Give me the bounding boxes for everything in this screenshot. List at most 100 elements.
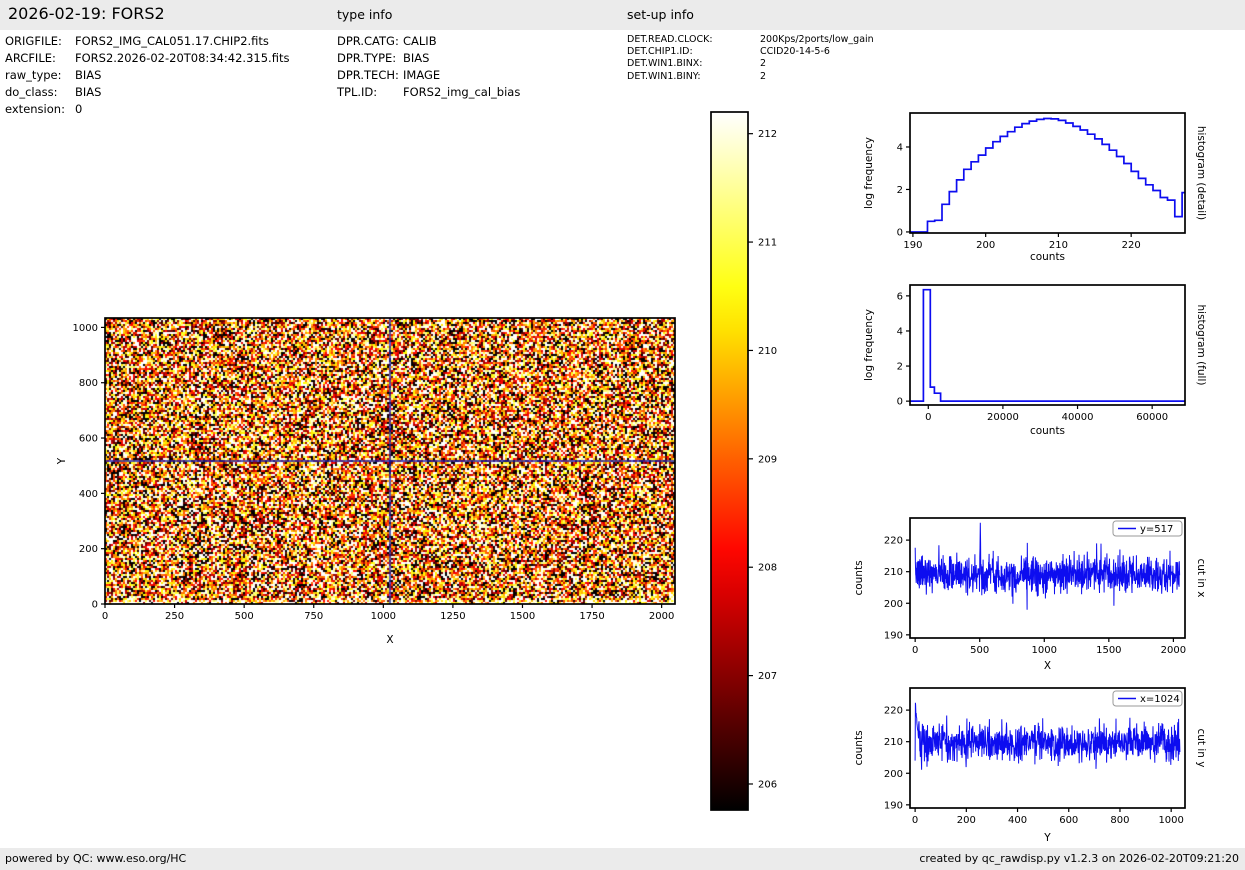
- svg-text:Y: Y: [1043, 832, 1051, 844]
- info-row: DET.WIN1.BINX: 2: [627, 58, 874, 70]
- info-label: DPR.CATG:: [337, 34, 399, 48]
- info-value: BIAS: [75, 68, 102, 82]
- info-label: DET.WIN1.BINX:: [627, 58, 703, 70]
- svg-text:histogram (detail): histogram (detail): [1195, 126, 1207, 220]
- info-row: DET.READ.CLOCK: 200Kps/2ports/low_gain: [627, 34, 874, 46]
- svg-text:750: 750: [304, 611, 323, 622]
- svg-text:200: 200: [79, 544, 98, 555]
- info-label: do_class:: [5, 85, 58, 99]
- svg-text:200: 200: [957, 815, 976, 826]
- info-row: extension: 0: [5, 101, 289, 118]
- svg-text:600: 600: [1059, 815, 1078, 826]
- setup-info-heading: set-up info: [627, 7, 694, 22]
- info-value: BIAS: [403, 51, 430, 65]
- info-value: 2: [760, 70, 767, 82]
- info-value: BIAS: [75, 85, 102, 99]
- svg-text:cut in y: cut in y: [1195, 728, 1207, 767]
- svg-text:counts: counts: [853, 730, 865, 765]
- info-label: TPL.ID:: [337, 85, 378, 99]
- info-row: DPR.CATG: CALIB: [337, 33, 520, 50]
- svg-text:208: 208: [758, 563, 777, 574]
- svg-text:1000: 1000: [371, 611, 396, 622]
- svg-text:1000: 1000: [1032, 645, 1057, 656]
- svg-text:y=517: y=517: [1140, 524, 1173, 535]
- info-row: DET.WIN1.BINY: 2: [627, 71, 874, 83]
- header-bar: 2026-02-19: FORS2 type info set-up info: [0, 0, 1245, 30]
- svg-text:x=1024: x=1024: [1140, 694, 1180, 705]
- svg-text:500: 500: [970, 645, 989, 656]
- svg-text:207: 207: [758, 671, 777, 682]
- svg-text:210: 210: [884, 567, 903, 578]
- svg-text:Y: Y: [56, 457, 68, 465]
- svg-text:0: 0: [897, 227, 903, 238]
- svg-text:log frequency: log frequency: [863, 137, 875, 209]
- type-info-heading: type info: [337, 7, 393, 22]
- svg-text:200: 200: [884, 769, 903, 780]
- svg-text:counts: counts: [853, 560, 865, 595]
- page-title: 2026-02-19: FORS2: [8, 4, 165, 23]
- info-label: DET.READ.CLOCK:: [627, 34, 713, 45]
- svg-text:190: 190: [884, 800, 903, 811]
- footer-left-text: powered by QC: www.eso.org/HC: [5, 852, 187, 865]
- raw-image-axes: 0 250 500 750 1000 1250 1500 1750 2000 0 200 400 600…: [56, 317, 676, 646]
- footer-bar: powered by QC: www.eso.org/HC created by…: [0, 848, 1245, 870]
- svg-text:1500: 1500: [1096, 645, 1121, 656]
- info-row: DET.CHIP1.ID: CCID20-14-5-6: [627, 46, 874, 58]
- svg-text:20000: 20000: [987, 412, 1019, 423]
- info-label: DET.WIN1.BINY:: [627, 70, 701, 82]
- svg-text:1500: 1500: [510, 611, 535, 622]
- svg-text:250: 250: [165, 611, 184, 622]
- svg-text:40000: 40000: [1062, 412, 1094, 423]
- file-info-list: ORIGFILE: FORS2_IMG_CAL051.17.CHIP2.fits A…: [5, 33, 289, 118]
- svg-text:counts: counts: [1030, 251, 1065, 263]
- svg-text:0: 0: [925, 412, 931, 423]
- info-value: 2: [760, 58, 767, 70]
- svg-text:1250: 1250: [440, 611, 465, 622]
- svg-text:210: 210: [758, 346, 777, 357]
- svg-text:212: 212: [758, 129, 777, 140]
- histogram-detail-plot: 190 200 210 220 0 2 4 counts log frequency histog…: [863, 112, 1207, 263]
- svg-text:1750: 1750: [579, 611, 604, 622]
- histogram-full-plot: 0 20000 40000 60000 0 2 4 6 counts log frequency h…: [863, 284, 1207, 437]
- type-info-list: DPR.CATG: CALIB DPR.TYPE: BIAS DPR.TECH: IMAG…: [337, 33, 520, 101]
- svg-text:200: 200: [884, 599, 903, 610]
- info-row: DPR.TYPE: BIAS: [337, 50, 520, 67]
- svg-text:X: X: [386, 634, 393, 646]
- svg-text:190: 190: [903, 240, 922, 251]
- svg-text:220: 220: [1122, 240, 1141, 251]
- cut-in-y-plot: 0 200 400 600 800 1000 190 200 210 220 Ycounts cut …: [853, 687, 1207, 844]
- svg-text:0: 0: [92, 600, 98, 611]
- info-label: ARCFILE:: [5, 51, 56, 65]
- svg-text:209: 209: [758, 454, 777, 465]
- info-value: CALIB: [403, 34, 437, 48]
- info-label: DPR.TECH:: [337, 68, 399, 82]
- svg-text:0: 0: [912, 645, 918, 656]
- info-value: 200Kps/2ports/low_gain: [760, 34, 874, 45]
- svg-text:histogram (full): histogram (full): [1195, 305, 1207, 386]
- svg-text:200: 200: [976, 240, 995, 251]
- svg-text:6: 6: [897, 291, 903, 302]
- svg-text:2: 2: [897, 185, 903, 196]
- svg-text:400: 400: [79, 489, 98, 500]
- svg-text:206: 206: [758, 779, 777, 790]
- svg-text:400: 400: [1008, 815, 1027, 826]
- info-value: FORS2_img_cal_bias: [403, 85, 521, 99]
- info-row: raw_type: BIAS: [5, 67, 289, 84]
- info-value: FORS2.2026-02-20T08:34:42.315.fits: [75, 51, 290, 65]
- svg-text:log frequency: log frequency: [863, 309, 875, 381]
- colorbar: 206 207 208 209 210 211 212: [710, 111, 777, 811]
- info-label: raw_type:: [5, 68, 62, 82]
- svg-text:60000: 60000: [1136, 412, 1168, 423]
- svg-text:0: 0: [897, 397, 903, 408]
- setup-info-list: DET.READ.CLOCK: 200Kps/2ports/low_gain DET…: [627, 34, 874, 83]
- cut-in-x-plot: 0 500 1000 1500 2000190200210220Xcounts cut i…: [853, 517, 1207, 672]
- svg-text:0: 0: [102, 611, 108, 622]
- svg-text:cut in x: cut in x: [1195, 558, 1207, 597]
- svg-text:1000: 1000: [73, 323, 98, 334]
- svg-text:210: 210: [884, 737, 903, 748]
- svg-text:2000: 2000: [1161, 645, 1186, 656]
- svg-text:4: 4: [897, 326, 903, 337]
- info-value: IMAGE: [403, 68, 441, 82]
- svg-text:500: 500: [235, 611, 254, 622]
- info-row: DPR.TECH: IMAGE: [337, 67, 520, 84]
